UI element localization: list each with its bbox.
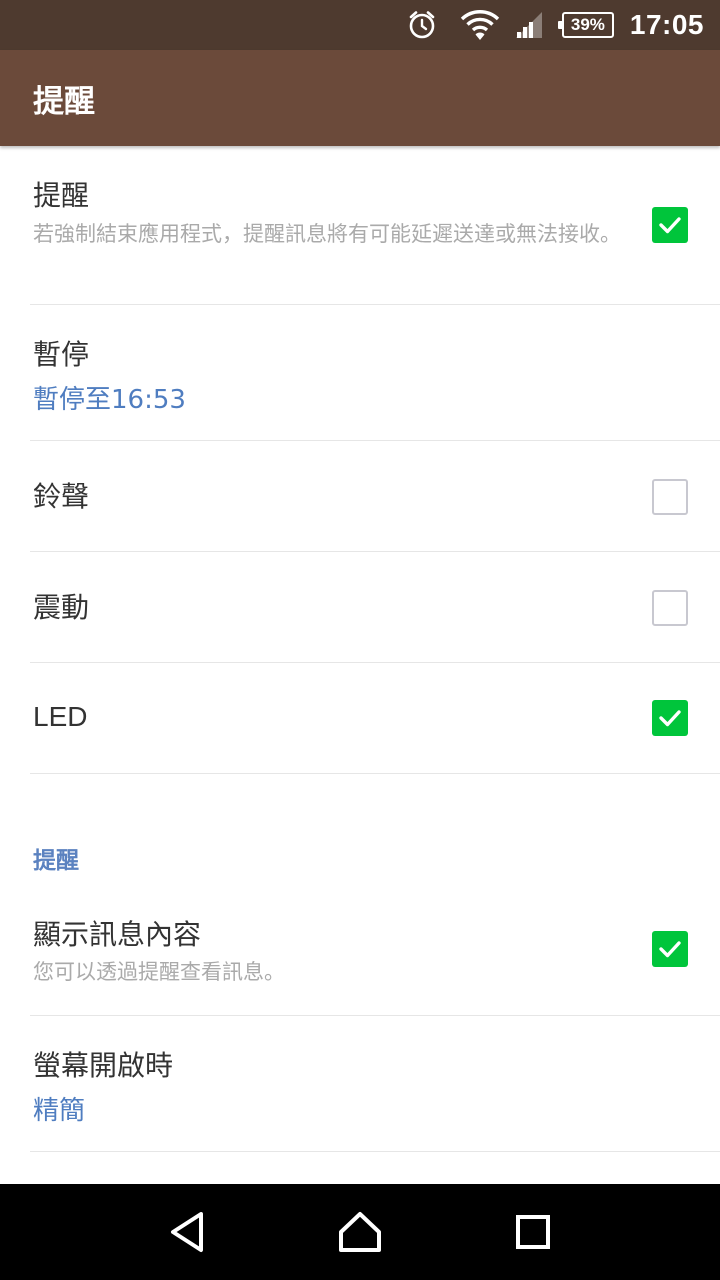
setting-subtitle: 若強制結束應用程式，提醒訊息將有可能延遲送達或無法接收。 [33,222,621,246]
setting-value: 精簡 [33,1096,86,1126]
divider [30,773,720,774]
setting-value: 暫停至16:53 [33,385,186,415]
setting-title: 震動 [33,591,90,624]
show-content-checkbox[interactable] [652,931,688,967]
ringtone-checkbox[interactable] [652,479,688,515]
setting-ringtone[interactable]: 鈴聲 [0,441,720,552]
wifi-icon [460,9,500,41]
clock: 17:05 [629,9,704,40]
led-checkbox[interactable] [652,700,688,736]
recents-icon [516,1215,551,1249]
check-icon [659,710,681,727]
setting-pause[interactable]: 暫停 暫停至16:53 [0,305,720,441]
setting-title: LED [33,701,88,732]
vibrate-checkbox[interactable] [652,590,688,626]
navigation-bar [0,1184,720,1280]
home-icon [338,1212,381,1252]
setting-vibrate[interactable]: 震動 [0,552,720,663]
setting-subtitle: 您可以透過提醒查看訊息。 [33,960,285,984]
back-button[interactable] [157,1202,217,1262]
back-icon [170,1212,203,1252]
notifications-checkbox[interactable] [652,207,688,243]
battery-indicator: 39% [557,12,614,38]
check-icon [659,217,681,234]
recents-button[interactable] [503,1202,563,1262]
check-icon [659,941,681,958]
alarm-icon [406,9,438,41]
setting-screen-on[interactable]: 螢幕開啟時 精簡 [0,1016,720,1152]
setting-led[interactable]: LED [0,663,720,774]
setting-title: 鈴聲 [33,480,90,513]
setting-title: 提醒 [33,179,90,212]
setting-title: 螢幕開啟時 [33,1049,174,1082]
setting-notifications[interactable]: 提醒 若強制結束應用程式，提醒訊息將有可能延遲送達或無法接收。 [0,146,720,305]
setting-title: 顯示訊息內容 [33,918,202,951]
page-title: 提醒 [33,83,95,120]
signal-icon [514,10,544,40]
home-button[interactable] [330,1202,390,1262]
divider [30,1151,720,1152]
setting-show-content[interactable]: 顯示訊息內容 您可以透過提醒查看訊息。 [0,881,720,1016]
setting-title: 暫停 [33,338,90,371]
status-bar: 39% 17:05 [0,0,720,50]
section-header: 提醒 [33,848,79,874]
app-bar: 提醒 [0,50,720,146]
battery-level: 39% [570,15,605,34]
